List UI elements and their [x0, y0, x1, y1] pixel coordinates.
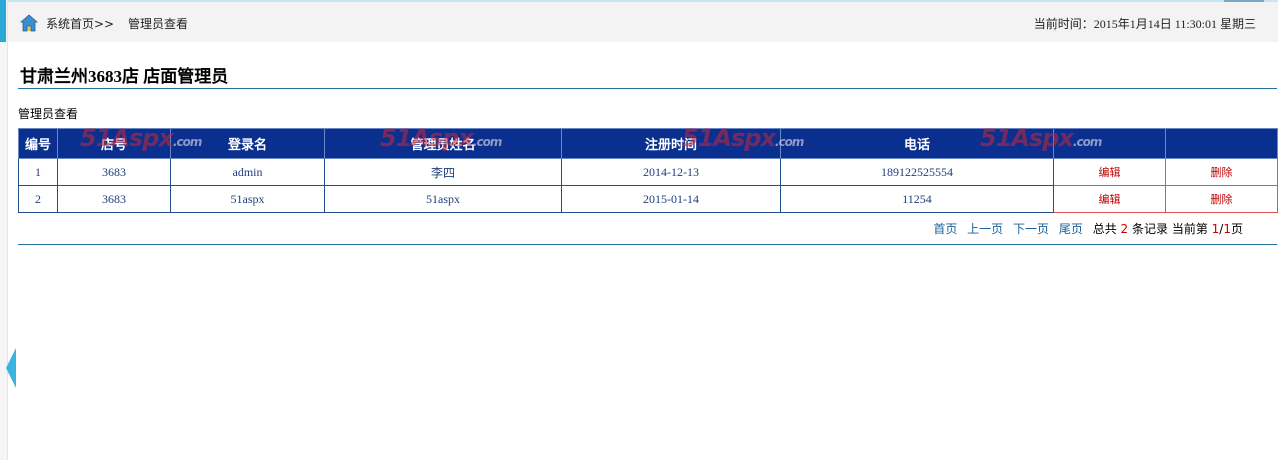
pager-total-suffix: 条记录 当前第 [1132, 222, 1208, 236]
left-accent-bar [0, 0, 6, 42]
top-right-strip [1224, 0, 1264, 2]
breadcrumb-current: 管理员查看 [127, 17, 188, 31]
left-sidebar-strip [0, 0, 8, 460]
top-bar: 系统首页>> 管理员查看 当前时间：2015年1月14日 11:30:01 星期… [8, 0, 1278, 42]
column-header-login: 登录名 [170, 128, 325, 159]
cell-phone: 11254 [780, 185, 1054, 213]
table-row: 1 3683 admin 李四 2014-12-13 189122525554 … [18, 158, 1278, 186]
cell-registered: 2014-12-13 [561, 158, 781, 186]
table-row: 2 3683 51aspx 51aspx 2015-01-14 11254 编辑… [18, 185, 1278, 213]
breadcrumb-home-link[interactable]: 系统首页>> [46, 17, 114, 31]
cell-phone: 189122525554 [780, 158, 1054, 186]
cell-id: 2 [18, 185, 58, 213]
pager-last-link[interactable]: 尾页 [1059, 222, 1083, 236]
pager-total-prefix: 总共 [1092, 222, 1117, 236]
home-icon[interactable] [19, 14, 39, 32]
edit-link[interactable]: 编辑 [1053, 158, 1166, 186]
column-header-store: 店号 [57, 128, 171, 159]
pager-prev-link[interactable]: 上一页 [967, 222, 1003, 236]
breadcrumb: 系统首页>> 管理员查看 [46, 15, 188, 32]
column-header-delete [1165, 128, 1278, 159]
cell-registered: 2015-01-14 [561, 185, 781, 213]
pager-page-suffix: 页 [1230, 222, 1243, 236]
pagination: 首页 上一页 下一页 尾页 总共 2 条记录 当前第 1/1页 [933, 220, 1243, 237]
pager-total-count: 2 [1120, 222, 1129, 236]
section-label: 管理员查看 [18, 107, 79, 121]
current-time-label: 当前时间： [1033, 17, 1094, 31]
column-header-phone: 电话 [780, 128, 1054, 159]
pager-divider [18, 244, 1277, 245]
cell-login: 51aspx [170, 185, 325, 213]
cell-store: 3683 [57, 185, 171, 213]
delete-link[interactable]: 删除 [1165, 185, 1278, 213]
delete-link[interactable]: 删除 [1165, 158, 1278, 186]
title-divider [18, 88, 1277, 89]
cell-store: 3683 [57, 158, 171, 186]
admin-table: 编号 店号 登录名 管理员姓名 注册时间 电话 1 3683 admin 李四 … [18, 128, 1278, 213]
column-header-id: 编号 [18, 128, 58, 159]
pager-total-pages: 1 [1223, 222, 1231, 236]
cell-login: admin [170, 158, 325, 186]
current-time: 当前时间：2015年1月14日 11:30:01 星期三 [1034, 15, 1256, 32]
edit-link[interactable]: 编辑 [1053, 185, 1166, 213]
pager-next-link[interactable]: 下一页 [1013, 222, 1049, 236]
table-header-row: 编号 店号 登录名 管理员姓名 注册时间 电话 [18, 128, 1278, 159]
sidebar-toggle-arrow-icon[interactable] [6, 348, 16, 388]
column-header-edit [1053, 128, 1166, 159]
column-header-registered: 注册时间 [561, 128, 781, 159]
current-time-value: 2015年1月14日 11:30:01 星期三 [1093, 17, 1256, 31]
cell-name: 51aspx [324, 185, 562, 213]
column-header-name: 管理员姓名 [324, 128, 562, 159]
pager-first-link[interactable]: 首页 [933, 222, 957, 236]
cell-name: 李四 [324, 158, 562, 186]
cell-id: 1 [18, 158, 58, 186]
page-title: 甘肃兰州3683店 店面管理员 [20, 67, 229, 86]
